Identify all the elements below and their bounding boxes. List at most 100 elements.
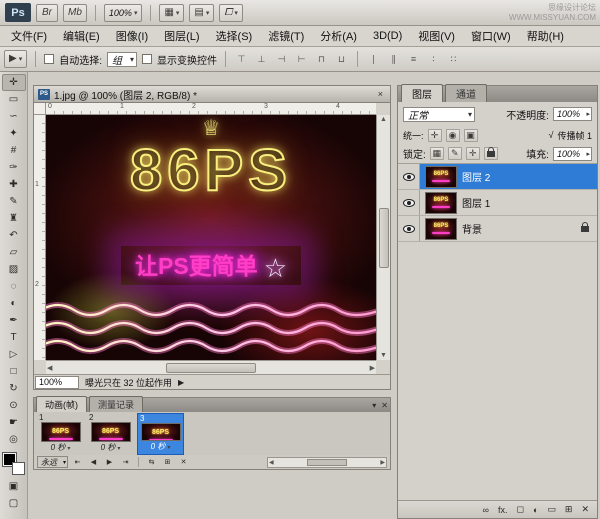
hand-tool[interactable]: ☛	[2, 414, 26, 431]
scrollbar-thumb[interactable]	[307, 459, 347, 466]
vertical-scrollbar[interactable]: ▲▼	[376, 115, 390, 360]
3d-orbit-tool[interactable]: ⊙	[2, 397, 26, 414]
lasso-tool[interactable]: ∽	[2, 108, 26, 125]
distribute-right-icon[interactable]: ≡	[406, 53, 421, 66]
show-transform-checkbox[interactable]	[142, 54, 152, 64]
arrange-documents-button[interactable]: ▦▾	[159, 4, 184, 22]
scroll-left-icon[interactable]: ◀	[269, 459, 274, 466]
layer-thumbnail[interactable]: 86PS	[425, 218, 457, 240]
auto-select-checkbox[interactable]	[44, 54, 54, 64]
frames-scrollbar[interactable]: ◀▶	[267, 457, 387, 468]
first-frame-icon[interactable]: ⇤	[71, 456, 84, 468]
scrollbar-thumb[interactable]	[379, 208, 389, 268]
play-icon[interactable]: ▶	[103, 456, 116, 468]
unify-style-icon[interactable]: ▣	[464, 129, 478, 142]
close-icon[interactable]: ×	[375, 89, 386, 99]
frame-delay-dropdown[interactable]: 0 秒▾	[51, 442, 71, 455]
lock-all-icon[interactable]	[484, 147, 498, 160]
animation-frame-2[interactable]: 2 86PS 0 秒▾	[87, 413, 134, 455]
mini-bridge-button[interactable]: Mb	[63, 4, 87, 22]
frame-thumbnail[interactable]: 86PS	[41, 422, 81, 442]
color-swatches[interactable]	[3, 453, 25, 475]
menu-item-image[interactable]: 图像(I)	[108, 25, 156, 47]
layer-name[interactable]: 背景	[462, 221, 482, 236]
status-zoom-input[interactable]: 100%	[35, 376, 79, 389]
zoom-tool[interactable]: ◎	[2, 431, 26, 448]
background-color-swatch[interactable]	[12, 462, 25, 475]
layer-thumbnail[interactable]: 86PS	[425, 166, 457, 188]
propagate-checkbox[interactable]: √	[549, 130, 554, 140]
unify-position-icon[interactable]: ✛	[428, 129, 442, 142]
layer-name[interactable]: 图层 1	[462, 195, 490, 210]
gradient-tool[interactable]: ▨	[2, 261, 26, 278]
layer-style-icon[interactable]: fx.	[498, 505, 508, 515]
marquee-tool[interactable]: ▭	[2, 91, 26, 108]
lock-image-pixels-icon[interactable]: ✎	[448, 147, 462, 160]
layer-row-background[interactable]: 86PS 背景	[398, 216, 597, 242]
layer-row-layer1[interactable]: 86PS 图层 1	[398, 190, 597, 216]
visibility-toggle[interactable]	[398, 190, 420, 215]
align-vertical-centers-icon[interactable]: ⊓	[314, 53, 329, 66]
tab-animation-frames[interactable]: 动画(帧)	[36, 396, 87, 412]
opacity-value[interactable]: 100%	[553, 107, 592, 121]
pen-tool[interactable]: ✒	[2, 312, 26, 329]
launch-bridge-button[interactable]: Br	[36, 4, 58, 22]
shape-tool[interactable]: □	[2, 363, 26, 380]
previous-frame-icon[interactable]: ◀	[87, 456, 100, 468]
new-layer-icon[interactable]: ⊞	[565, 504, 573, 515]
distribute-left-icon[interactable]: ∣	[366, 53, 381, 66]
blur-tool[interactable]: ◌	[2, 278, 26, 295]
align-horizontal-centers-icon[interactable]: ⊔	[334, 53, 349, 66]
menu-item-select[interactable]: 选择(S)	[208, 25, 261, 47]
frame-delay-dropdown[interactable]: 0 秒▾	[101, 442, 121, 455]
crop-tool[interactable]: #	[2, 142, 26, 159]
screen-mode-toggle[interactable]: ▢	[2, 495, 26, 512]
3d-rotate-tool[interactable]: ↻	[2, 380, 26, 397]
tool-preset-picker[interactable]: ▶▾	[4, 50, 27, 68]
visibility-toggle[interactable]	[398, 164, 420, 189]
layer-mask-icon[interactable]: ◻	[516, 504, 523, 515]
scroll-right-icon[interactable]: ▶	[380, 459, 385, 466]
status-flyout-icon[interactable]: ▶	[178, 378, 184, 387]
fill-value[interactable]: 100%	[553, 147, 592, 161]
history-brush-tool[interactable]: ↶	[2, 227, 26, 244]
tab-layers[interactable]: 图层	[401, 84, 443, 102]
menu-item-3d[interactable]: 3D(D)	[365, 27, 410, 45]
menu-item-help[interactable]: 帮助(H)	[519, 25, 572, 47]
distribute-center-icon[interactable]: ∥	[386, 53, 401, 66]
layer-thumbnail[interactable]: 86PS	[425, 192, 457, 214]
scrollbar-thumb[interactable]	[166, 363, 256, 373]
menu-item-analysis[interactable]: 分析(A)	[312, 25, 365, 47]
scroll-right-icon[interactable]: ▶	[370, 364, 375, 372]
scroll-down-icon[interactable]: ▼	[380, 352, 387, 359]
delete-layer-icon[interactable]: ✕	[581, 504, 589, 515]
blend-mode-dropdown[interactable]: 正常	[403, 107, 475, 122]
animation-frame-3-selected[interactable]: 3 86PS 0 秒▾	[137, 413, 184, 455]
frame-thumbnail[interactable]: 86PS	[141, 423, 181, 441]
lock-transparent-pixels-icon[interactable]: ▦	[430, 147, 444, 160]
frame-delay-dropdown[interactable]: 0 秒▾	[151, 441, 171, 454]
eraser-tool[interactable]: ▱	[2, 244, 26, 261]
healing-brush-tool[interactable]: ✚	[2, 176, 26, 193]
menu-item-file[interactable]: 文件(F)	[3, 25, 55, 47]
zoom-level-dropdown[interactable]: 100%▾	[104, 4, 143, 22]
layer-group-icon[interactable]: ▭	[547, 504, 556, 515]
clone-stamp-tool[interactable]: ♜	[2, 210, 26, 227]
document-title[interactable]: 1.jpg @ 100% (图层 2, RGB/8) *	[54, 87, 197, 102]
lock-position-icon[interactable]: ✛	[466, 147, 480, 160]
type-tool[interactable]: T	[2, 329, 26, 346]
menu-item-layer[interactable]: 图层(L)	[156, 25, 207, 47]
quick-mask-button[interactable]: ▣	[2, 478, 26, 495]
scroll-up-icon[interactable]: ▲	[380, 116, 387, 123]
align-left-edges-icon[interactable]: ⊣	[274, 53, 289, 66]
distribute-bottom-icon[interactable]: ∷	[446, 53, 461, 66]
tab-measurement-log[interactable]: 测量记录	[89, 396, 143, 412]
tab-channels[interactable]: 通道	[445, 84, 487, 102]
next-frame-icon[interactable]: ⇥	[119, 456, 132, 468]
distribute-top-icon[interactable]: ∶	[426, 53, 441, 66]
panel-menu-icon[interactable]: ▾	[372, 401, 376, 410]
screen-mode-button[interactable]: ⧠▾	[219, 4, 243, 22]
animation-frame-1[interactable]: 1 86PS 0 秒▾	[37, 413, 84, 455]
align-top-edges-icon[interactable]: ⊤	[234, 53, 249, 66]
adjustment-layer-icon[interactable]: ◐	[533, 505, 538, 515]
